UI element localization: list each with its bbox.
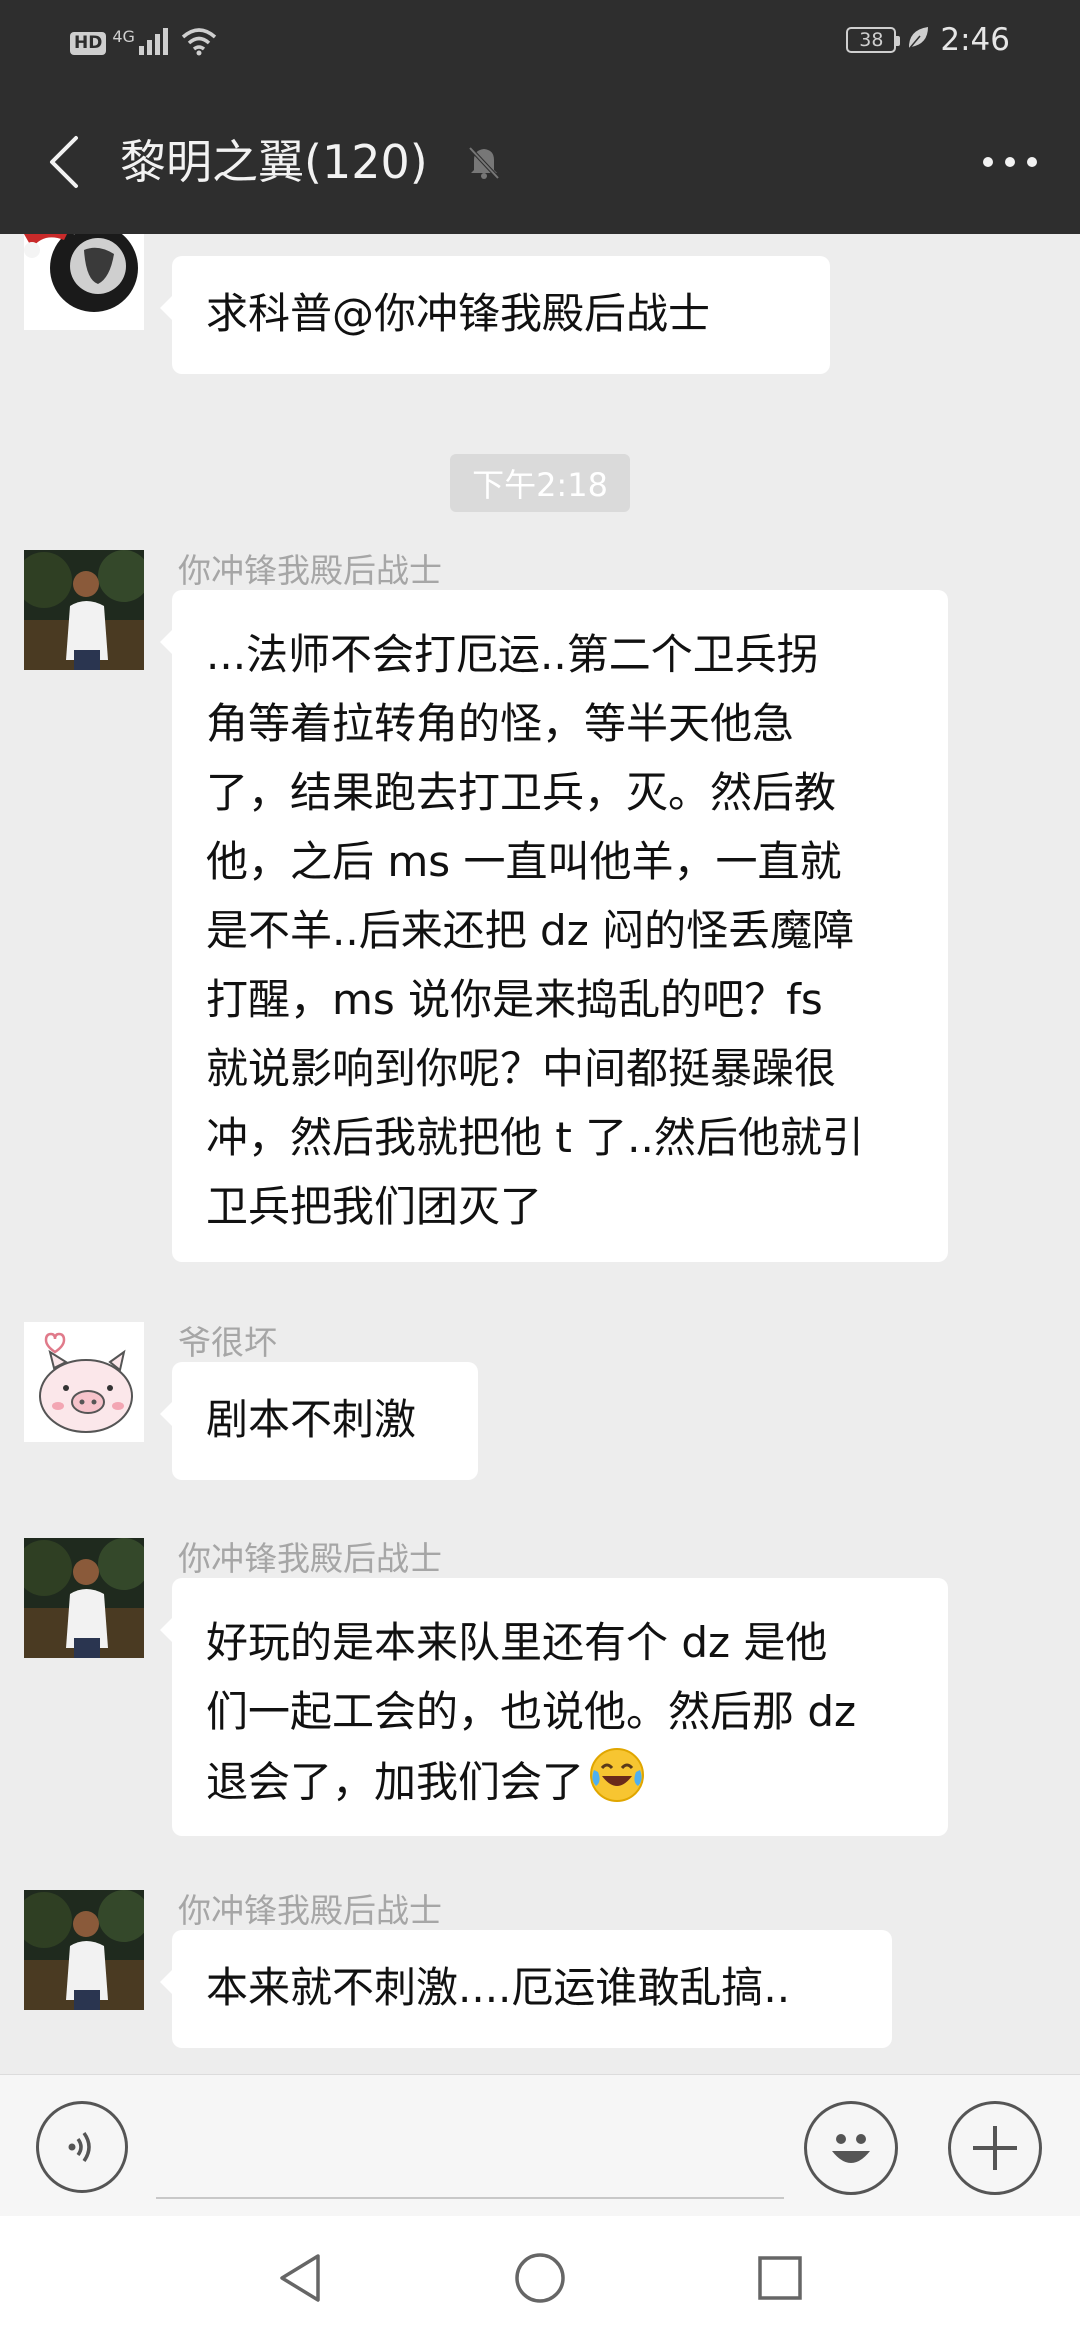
santa-avatar[interactable] — [24, 234, 144, 330]
emoji-icon — [832, 2134, 870, 2163]
pig-avatar[interactable] — [24, 1322, 144, 1442]
battery-level: 38 — [859, 28, 884, 51]
message-bubble[interactable]: 好玩的是本来队里还有个 dz 是他 们一起工会的，也说他。然后那 dz 退会了，… — [160, 1578, 948, 1836]
plus-icon — [973, 2126, 1017, 2170]
more-actions-button[interactable] — [948, 2101, 1042, 2195]
wifi-icon — [181, 26, 217, 60]
message-line: 角等着拉转角的怪，等半天他急 — [206, 699, 795, 748]
message-line: 冲，然后我就把他 t 了..然后他就引 — [206, 1113, 864, 1162]
message-line: 他，之后 ms 一直叫他羊，一直就 — [206, 837, 842, 886]
input-bar — [0, 2074, 1080, 2216]
man-photo-avatar[interactable] — [24, 1538, 144, 1658]
status-left: HD 4G — [70, 26, 217, 60]
status-time: 2:46 — [940, 22, 1010, 58]
mute-bell-icon — [464, 142, 504, 186]
message-bubble[interactable]: 剧本不刺激 — [160, 1362, 478, 1480]
laughing-tears-emoji-icon — [588, 1746, 646, 1824]
message-line: 就说影响到你呢？中间都挺暴躁很 — [206, 1044, 837, 1093]
message-line: 好玩的是本来队里还有个 dz 是他 — [206, 1618, 828, 1667]
message-text: 剧本不刺激 — [206, 1395, 417, 1444]
message-text: 本来就不刺激....厄运谁敢乱搞.. — [206, 1963, 791, 2012]
nav-recents-button[interactable] — [748, 2246, 812, 2310]
back-icon — [50, 136, 78, 188]
back-button[interactable] — [34, 128, 94, 196]
man-photo-avatar[interactable] — [24, 1890, 144, 2010]
message-line: 卫兵把我们团灭了 — [206, 1182, 543, 1231]
signal-icon — [137, 26, 171, 60]
chat-title: 黎明之翼(120) — [120, 135, 428, 189]
message-line-with-emoji: 退会了，加我们会了 — [206, 1746, 916, 1824]
message-bubble[interactable]: ...法师不会打厄运..第二个卫兵拐 角等着拉转角的怪，等半天他急 了，结果跑去… — [160, 590, 948, 1262]
sender-name: 你冲锋我殿后战士 — [178, 1539, 442, 1578]
message-bubble[interactable]: 本来就不刺激....厄运谁敢乱搞.. — [160, 1930, 892, 2048]
nav-recents-icon — [758, 2256, 802, 2300]
nav-home-icon — [515, 2253, 565, 2303]
message-line: 打醒，ms 说你是来捣乱的吧？fs — [206, 975, 823, 1024]
message-line: 是不羊..后来还把 dz 闷的怪丢魔障 — [206, 906, 855, 955]
sender-name: 你冲锋我殿后战士 — [178, 551, 442, 590]
hd-badge: HD — [70, 31, 107, 55]
more-icon — [983, 157, 1037, 167]
emoji-button[interactable] — [804, 2101, 898, 2195]
message-input[interactable] — [156, 2099, 784, 2199]
nav-back-icon — [280, 2254, 320, 2302]
more-button[interactable] — [974, 138, 1046, 186]
nav-home-button[interactable] — [508, 2246, 572, 2310]
battery-icon: 38 — [846, 27, 901, 53]
leaf-icon — [906, 24, 930, 56]
time-divider-label: 下午2:18 — [472, 466, 608, 504]
status-right: 38 2:46 — [846, 22, 1010, 58]
status-bar: HD 4G 38 2:46 — [0, 0, 1080, 90]
message-line: 们一起工会的，也说他。然后那 dz — [206, 1687, 857, 1736]
message-text: 求科普@你冲锋我殿后战士 — [206, 289, 711, 338]
message-line: 了，结果跑去打卫兵，灭。然后教 — [206, 768, 837, 817]
time-divider: 下午2:18 — [450, 454, 630, 512]
sender-name: 你冲锋我殿后战士 — [178, 1891, 442, 1930]
sender-name: 爷很坏 — [178, 1323, 277, 1362]
system-nav-bar — [0, 2216, 1080, 2340]
voice-icon — [68, 2131, 91, 2163]
man-photo-avatar[interactable] — [24, 550, 144, 670]
voice-input-button[interactable] — [36, 2101, 128, 2193]
chat-header: 黎明之翼(120) — [0, 90, 1080, 234]
network-type-label: 4G — [112, 26, 135, 46]
message-bubble[interactable]: 求科普@你冲锋我殿后战士 — [160, 256, 830, 374]
message-line: 退会了，加我们会了 — [206, 1757, 585, 1807]
chat-message-list[interactable]: 求科普@你冲锋我殿后战士 下午2:18 你冲锋我殿后战士 ...法师不会打厄运.… — [0, 234, 1080, 2074]
nav-back-button[interactable] — [268, 2246, 332, 2310]
message-line: ...法师不会打厄运..第二个卫兵拐 — [206, 630, 819, 679]
